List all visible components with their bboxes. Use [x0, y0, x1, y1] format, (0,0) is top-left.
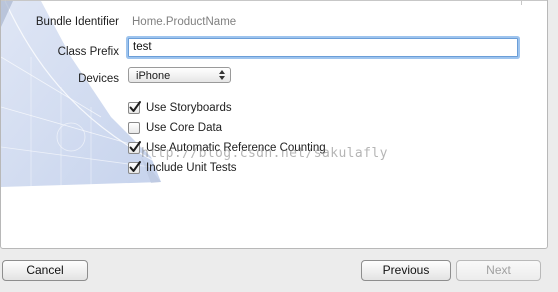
- bundle-identifier-value: Home.ProductName: [132, 16, 237, 28]
- checkmark-icon: [129, 161, 141, 172]
- previous-button[interactable]: Previous: [361, 260, 451, 281]
- checkmark-icon: [129, 141, 141, 152]
- use-storyboards-label: Use Storyboards: [146, 102, 232, 114]
- use-storyboards-checkbox[interactable]: [128, 101, 141, 114]
- use-arc-checkbox[interactable]: [128, 141, 141, 154]
- next-button[interactable]: Next: [456, 260, 541, 281]
- include-unit-tests-label: Include Unit Tests: [146, 162, 237, 174]
- options-panel: Bundle Identifier Home.ProductName Class…: [0, 0, 548, 249]
- use-arc-label: Use Automatic Reference Counting: [146, 142, 326, 154]
- use-core-data-checkbox[interactable]: [128, 122, 140, 134]
- new-project-options-sheet: Bundle Identifier Home.ProductName Class…: [0, 0, 558, 292]
- bundle-identifier-label: Bundle Identifier: [35, 16, 119, 28]
- panel-divider: [521, 0, 522, 5]
- class-prefix-label: Class Prefix: [57, 46, 119, 58]
- up-down-arrows-icon: [219, 70, 225, 80]
- use-core-data-option[interactable]: Use Core Data: [128, 121, 222, 135]
- use-arc-option[interactable]: Use Automatic Reference Counting: [128, 141, 326, 155]
- include-unit-tests-option[interactable]: Include Unit Tests: [128, 161, 237, 175]
- use-storyboards-option[interactable]: Use Storyboards: [128, 101, 232, 115]
- checkmark-icon: [129, 101, 141, 112]
- cancel-button[interactable]: Cancel: [2, 260, 88, 281]
- include-unit-tests-checkbox[interactable]: [128, 161, 141, 174]
- use-core-data-label: Use Core Data: [146, 122, 223, 134]
- class-prefix-field[interactable]: test: [128, 38, 518, 57]
- devices-label: Devices: [78, 73, 119, 85]
- devices-popup-value: iPhone: [136, 70, 171, 82]
- devices-popup[interactable]: iPhone: [128, 67, 231, 83]
